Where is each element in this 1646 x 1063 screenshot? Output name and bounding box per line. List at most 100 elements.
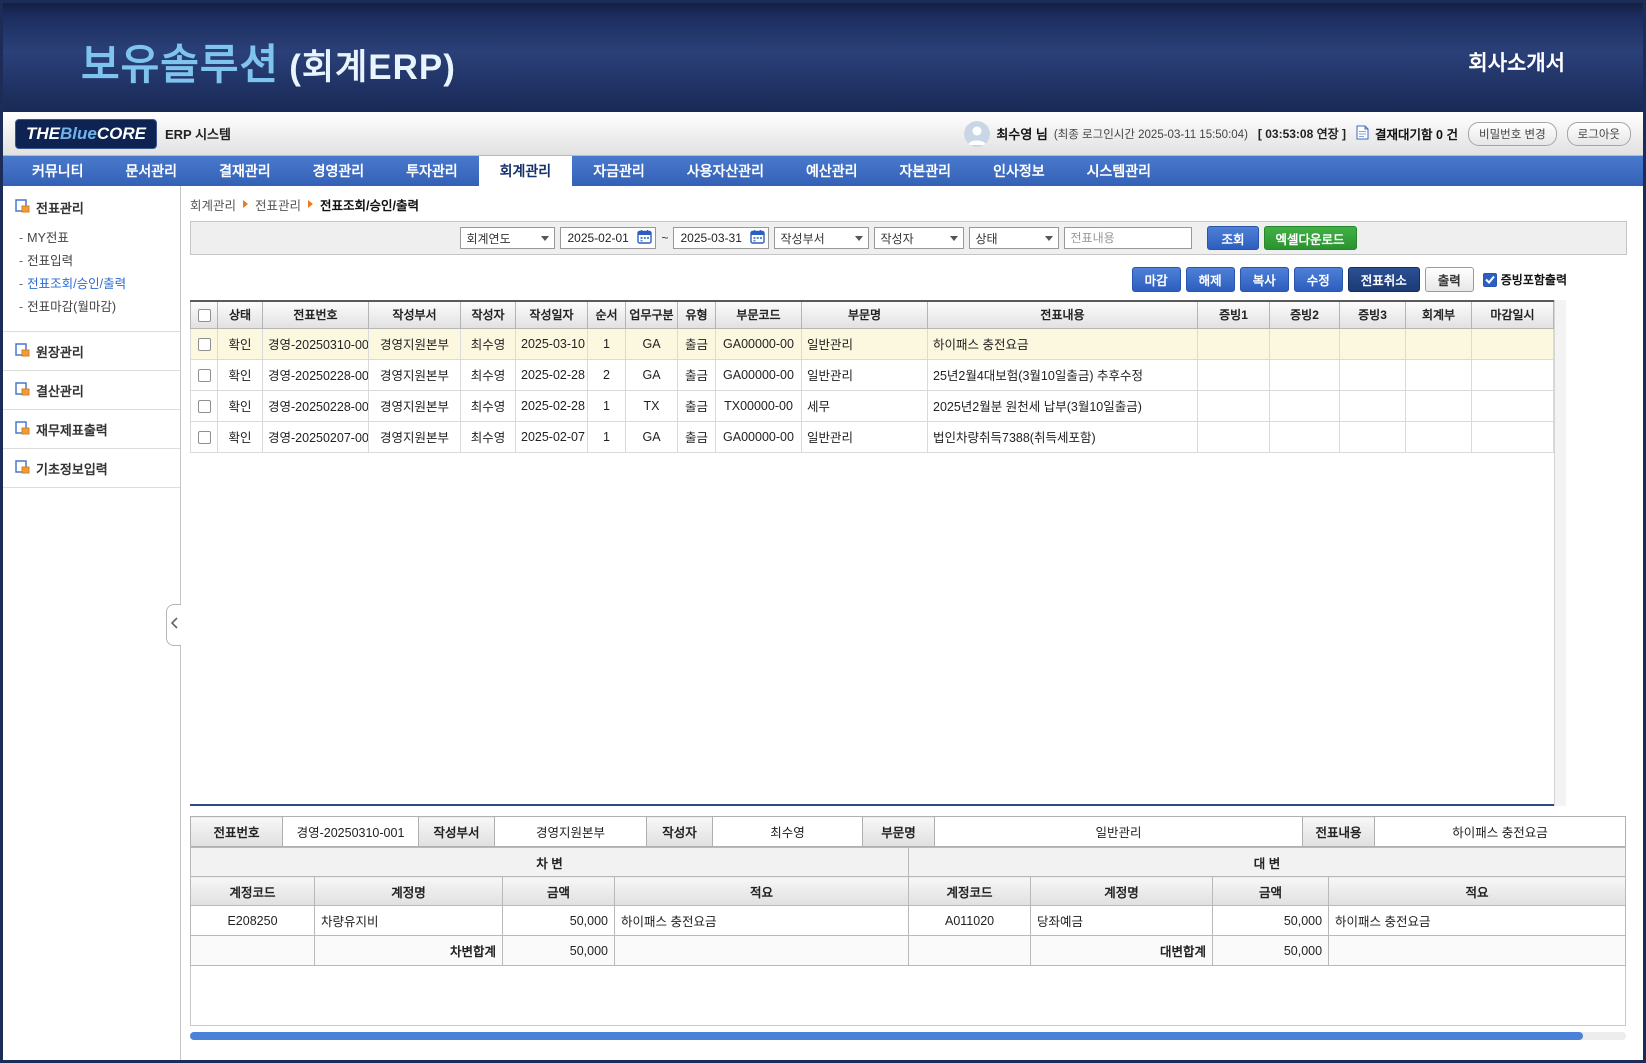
cell-slip-no: 경영-20250207-001 (263, 421, 369, 452)
debit-credit-header-row: 계정코드 계정명 금액 적요 계정코드 계정명 금액 적요 (191, 877, 1626, 906)
nav-item-management[interactable]: 경영관리 (292, 156, 386, 186)
nav-item-investment-mgmt[interactable]: 투자관리 (385, 156, 479, 186)
nav-item-user-asset-mgmt[interactable]: 사용자산관리 (666, 156, 785, 186)
approval-inbox-unit: 건 (1446, 128, 1458, 142)
select-all-checkbox-cell[interactable] (191, 301, 218, 328)
cell-writer: 최수영 (461, 328, 516, 359)
sidebar-menu-ledger-mgmt[interactable]: 원장관리 (3, 332, 180, 371)
detail-writer-dept-label: 작성부서 (419, 817, 495, 847)
release-button[interactable]: 해제 (1186, 267, 1235, 292)
chevron-down-icon (855, 236, 863, 241)
cell-slip-no: 경영-20250310-001 (263, 328, 369, 359)
fiscal-year-select[interactable]: 회계연도 (460, 227, 555, 249)
copy-button[interactable]: 복사 (1240, 267, 1289, 292)
sidebar-menu-settlement-mgmt[interactable]: 결산관리 (3, 371, 180, 410)
sidebar-item-my-slip[interactable]: -MY전표 (15, 227, 172, 250)
sidebar-item-slip-inquiry-approval-print[interactable]: -전표조회/승인/출력 (15, 273, 172, 296)
cell-accounting (1406, 359, 1472, 390)
folder-doc-icon (15, 382, 30, 399)
nav-item-capital-mgmt[interactable]: 자본관리 (879, 156, 973, 186)
print-button[interactable]: 출력 (1425, 267, 1474, 292)
cell-biz-type: GA (626, 328, 678, 359)
bullet: - (19, 231, 23, 245)
detail-sector-value: 일반관리 (935, 817, 1303, 847)
approval-inbox-link[interactable]: 결재대기함 0 건 (1375, 124, 1458, 143)
cell-proof2 (1270, 328, 1340, 359)
password-change-button[interactable]: 비밀번호 변경 (1468, 122, 1557, 146)
nav-item-budget-mgmt[interactable]: 예산관리 (785, 156, 879, 186)
row-checkbox-cell[interactable] (191, 328, 218, 359)
col-writer-dept: 작성부서 (369, 301, 461, 328)
col-status: 상태 (218, 301, 263, 328)
excel-download-button[interactable]: 엑셀다운로드 (1264, 226, 1357, 250)
date-from-input[interactable]: 2025-02-01 (560, 227, 656, 249)
table-row[interactable]: 확인 경영-20250228-002 경영지원본부 최수영 2025-02-28… (191, 359, 1554, 390)
sidebar-menu-financial-statement-print[interactable]: 재무제표출력 (3, 410, 180, 449)
nav-item-document-mgmt[interactable]: 문서관리 (105, 156, 199, 186)
nav-item-community[interactable]: 커뮤니티 (11, 156, 105, 186)
logout-button[interactable]: 로그아웃 (1567, 122, 1631, 146)
nav-item-funds-mgmt[interactable]: 자금관리 (572, 156, 666, 186)
row-checkbox[interactable] (198, 338, 211, 351)
sidebar-menu-slip-management[interactable]: 전표관리 (15, 198, 172, 217)
col-type: 유형 (678, 301, 716, 328)
status-select[interactable]: 상태 (969, 227, 1059, 249)
row-checkbox-cell[interactable] (191, 421, 218, 452)
writer-select[interactable]: 작성자 (874, 227, 964, 249)
cell-seq: 1 (588, 390, 626, 421)
breadcrumb-slip-mgmt[interactable]: 전표관리 (255, 195, 301, 214)
detail-sector-label: 부문명 (863, 817, 935, 847)
sidebar-item-slip-entry[interactable]: -전표입력 (15, 250, 172, 273)
last-login-info: (최종 로그인시간 2025-03-11 15:50:04) (1054, 126, 1248, 142)
search-button[interactable]: 조회 (1207, 226, 1258, 250)
include-proof-checkbox-wrap[interactable]: 증빙포함출력 (1483, 271, 1567, 288)
nav-item-approval-mgmt[interactable]: 결재관리 (198, 156, 292, 186)
select-all-checkbox[interactable] (198, 309, 211, 322)
content-layout: 전표관리 -MY전표 -전표입력 -전표조회/승인/출력 -전표마감(월마감) … (3, 186, 1643, 1060)
row-checkbox[interactable] (198, 369, 211, 382)
nav-item-hr-info[interactable]: 인사정보 (972, 156, 1066, 186)
cell-proof1 (1198, 328, 1270, 359)
session-timer[interactable]: [ 03:53:08 연장 ] (1258, 125, 1346, 142)
document-icon (1356, 125, 1369, 143)
breadcrumb-accounting[interactable]: 회계관리 (190, 195, 236, 214)
closing-button[interactable]: 마감 (1132, 267, 1181, 292)
date-to-input[interactable]: 2025-03-31 (673, 227, 769, 249)
cell-closing-datetime (1472, 390, 1554, 421)
row-checkbox[interactable] (198, 431, 211, 444)
sidebar-menu-basic-info-entry[interactable]: 기초정보입력 (3, 449, 180, 488)
nav-item-system-mgmt[interactable]: 시스템관리 (1066, 156, 1172, 186)
debit-credit-value-row[interactable]: E208250 차량유지비 50,000 하이패스 충전요금 A011020 당… (191, 906, 1626, 936)
horizontal-scrollbar[interactable] (190, 1032, 1626, 1040)
table-header-row: 상태 전표번호 작성부서 작성자 작성일자 순서 업무구분 유형 부문코드 부문… (191, 301, 1554, 328)
writer-dept-select[interactable]: 작성부서 (774, 227, 869, 249)
vertical-scrollbar[interactable] (1554, 300, 1566, 806)
sidebar-item-slip-monthly-closing[interactable]: -전표마감(월마감) (15, 296, 172, 319)
horizontal-scrollbar-thumb[interactable] (190, 1032, 1583, 1040)
row-checkbox-cell[interactable] (191, 390, 218, 421)
edit-button[interactable]: 수정 (1294, 267, 1343, 292)
cell-write-date: 2025-03-10 (516, 328, 588, 359)
breadcrumb: 회계관리 전표관리 전표조회/승인/출력 (190, 195, 1627, 213)
cell-writer-dept: 경영지원본부 (369, 421, 461, 452)
fiscal-year-select-value: 회계연도 (466, 230, 510, 247)
cell-accounting (1406, 328, 1472, 359)
row-checkbox-cell[interactable] (191, 359, 218, 390)
table-row[interactable]: 확인 경영-20250310-001 경영지원본부 최수영 2025-03-10… (191, 328, 1554, 359)
nav-item-accounting-mgmt[interactable]: 회계관리 (479, 156, 573, 186)
slip-cancel-button[interactable]: 전표취소 (1348, 267, 1420, 292)
cell-type: 출금 (678, 328, 716, 359)
slip-content-input[interactable] (1064, 227, 1192, 249)
sidebar-section-slip-mgmt: 전표관리 -MY전표 -전표입력 -전표조회/승인/출력 -전표마감(월마감) (3, 186, 180, 332)
calendar-icon[interactable] (637, 229, 652, 247)
row-checkbox[interactable] (198, 400, 211, 413)
calendar-icon[interactable] (750, 229, 765, 247)
sidebar-collapse-button[interactable] (166, 604, 181, 646)
table-row[interactable]: 확인 경영-20250228-001 경영지원본부 최수영 2025-02-28… (191, 390, 1554, 421)
col-proof3: 증빙3 (1340, 301, 1406, 328)
col-sector-code: 부문코드 (716, 301, 802, 328)
cell-sector-name: 세무 (802, 390, 928, 421)
table-row[interactable]: 확인 경영-20250207-001 경영지원본부 최수영 2025-02-07… (191, 421, 1554, 452)
checked-checkbox-icon[interactable] (1483, 273, 1497, 287)
company-intro-link[interactable]: 회사소개서 (1468, 47, 1565, 77)
